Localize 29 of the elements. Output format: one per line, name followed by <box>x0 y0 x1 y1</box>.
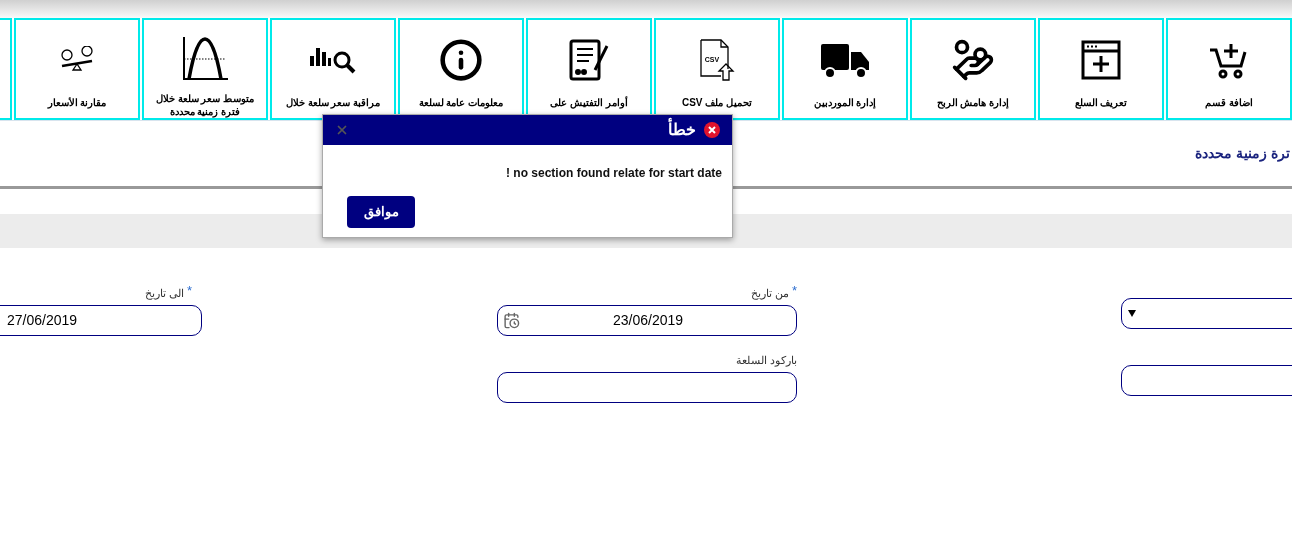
input-field[interactable] <box>1121 365 1292 396</box>
page-title: ترة زمنية محددة <box>1195 144 1290 164</box>
dialog-title: خطأ <box>668 118 696 142</box>
input-field[interactable] <box>497 372 797 403</box>
ok-button[interactable]: موافق <box>347 196 415 228</box>
error-icon <box>704 122 720 138</box>
toolbar-tile[interactable]: تعريف السلع <box>1038 18 1164 120</box>
required-mark: * <box>186 285 192 297</box>
scale-coins-icon <box>59 46 95 74</box>
toolbar-tile[interactable]: إدارة هامش الربح <box>910 18 1036 120</box>
document-pen-icon <box>567 38 611 82</box>
toolbar-tile[interactable]: متوسط سعر سلعة خلال فترة زمنية محددة <box>142 18 268 120</box>
dialog-message: ! no section found relate for start date <box>505 165 722 182</box>
bell-curve-icon <box>181 35 229 81</box>
date-field[interactable]: 23/06/2019 <box>497 305 797 336</box>
toolbar-tile[interactable]: اضافة قسم <box>1166 18 1292 120</box>
toolbar-tile[interactable]: إدارة الموردبين <box>782 18 908 120</box>
required-mark: * <box>791 285 797 297</box>
info-icon <box>439 38 483 82</box>
window-plus-icon <box>1079 38 1123 82</box>
date-field[interactable]: 27/06/2019 <box>0 305 202 336</box>
field-label: باركود السلعة <box>735 353 797 369</box>
select-field[interactable] <box>1121 298 1292 329</box>
toolbar-tile[interactable]: مقارنة الأسعار <box>14 18 140 120</box>
caret-icon <box>1128 310 1136 317</box>
hand-coins-icon <box>951 38 995 82</box>
field-label: الى تاريخ <box>144 286 184 302</box>
calendar-clock-icon <box>503 312 520 329</box>
field-label: من تاريخ <box>750 286 789 302</box>
